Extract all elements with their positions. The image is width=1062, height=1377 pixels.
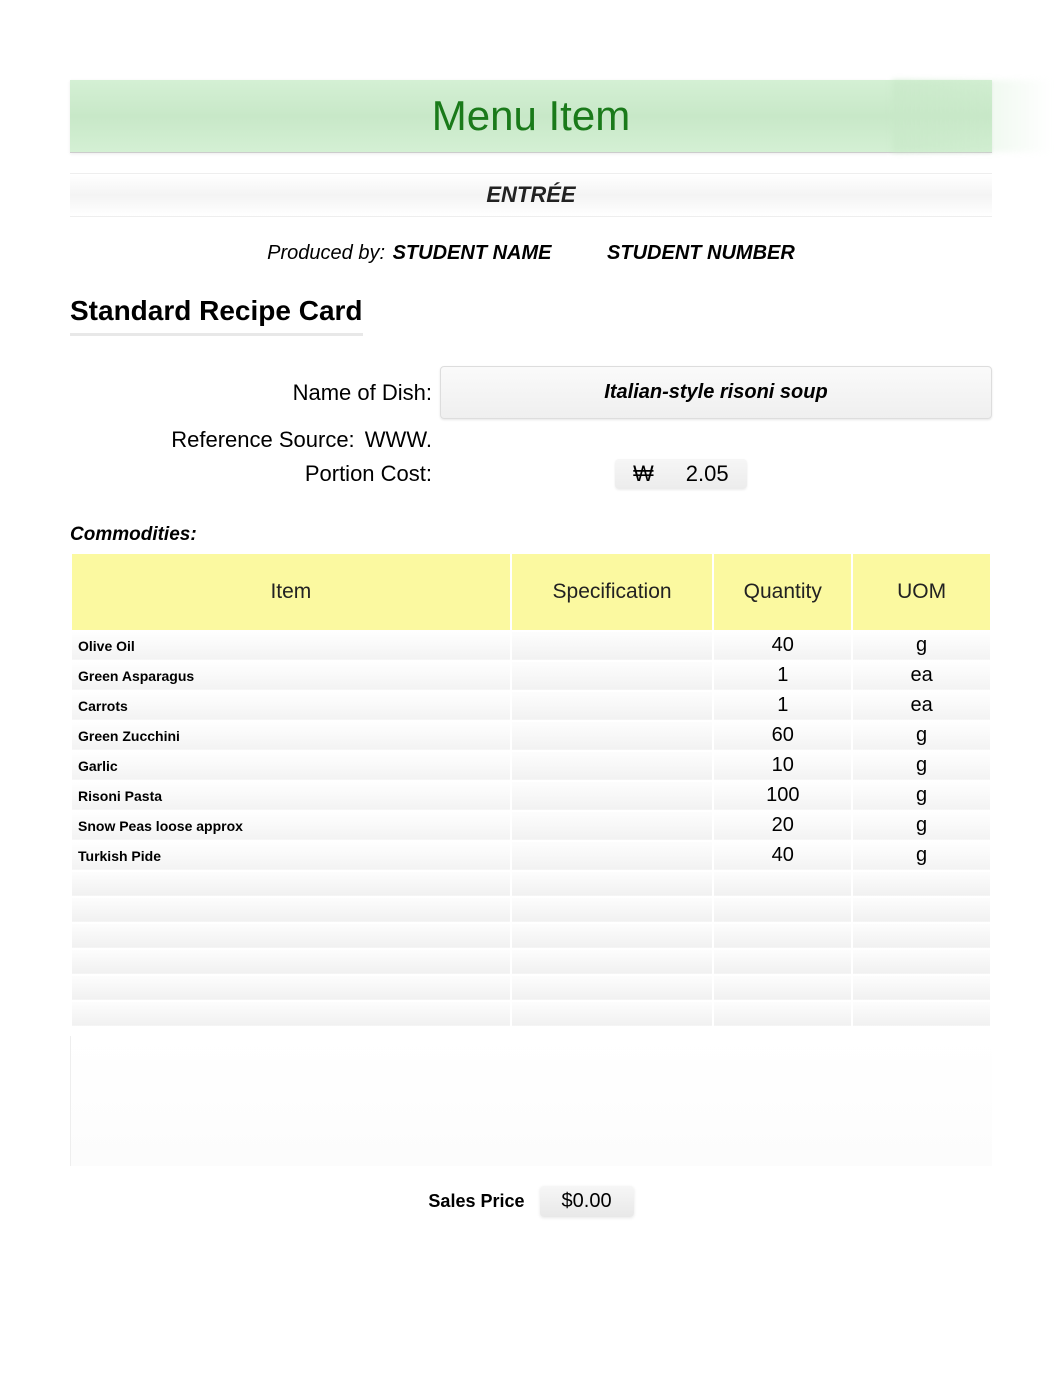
table-row: Green Zucchini 60g — [72, 722, 990, 750]
col-specification: Specification — [512, 554, 713, 630]
reference-label-text: Reference Source: — [171, 427, 354, 452]
cell-qty: 20 — [714, 812, 851, 840]
cell-item: Garlic — [72, 752, 510, 780]
dish-name-row: Name of Dish: Italian-style risoni soup — [70, 366, 992, 419]
table-row-empty — [72, 898, 990, 922]
cell-uom: g — [853, 842, 990, 870]
reference-value: WWW. — [365, 427, 432, 452]
recipe-card-title: Standard Recipe Card — [70, 295, 363, 336]
col-item: Item — [72, 554, 510, 630]
portion-amount: 2.05 — [686, 461, 729, 486]
cell-uom: g — [853, 632, 990, 660]
cell-spec — [512, 722, 713, 750]
table-row: Carrots 1ea — [72, 692, 990, 720]
col-quantity: Quantity — [714, 554, 851, 630]
table-row: Olive Oil 40g — [72, 632, 990, 660]
table-header-row: Item Specification Quantity UOM — [72, 554, 990, 630]
cell-spec — [512, 782, 713, 810]
cell-item: Snow Peas loose approx — [72, 812, 510, 840]
cell-item: Green Asparagus — [72, 662, 510, 690]
course-row: ENTRÉE — [70, 173, 992, 217]
method-block — [70, 1036, 992, 1166]
cell-spec — [512, 842, 713, 870]
cell-qty: 10 — [714, 752, 851, 780]
cell-spec — [512, 662, 713, 690]
student-name: STUDENT NAME — [393, 242, 552, 264]
portion-cost-row: Portion Cost: ₩2.05 — [70, 459, 992, 489]
menu-item-header: Menu Item — [70, 80, 992, 153]
table-row: Risoni Pasta 100g — [72, 782, 990, 810]
table-row-empty — [72, 950, 990, 974]
cell-uom: g — [853, 812, 990, 840]
cell-qty: 40 — [714, 632, 851, 660]
cell-qty: 1 — [714, 692, 851, 720]
cell-uom: g — [853, 782, 990, 810]
cell-uom: g — [853, 752, 990, 780]
student-number: STUDENT NUMBER — [607, 242, 795, 265]
table-row-empty — [72, 924, 990, 948]
cell-qty: 1 — [714, 662, 851, 690]
portion-cost-label: Portion Cost: — [70, 461, 440, 487]
col-uom: UOM — [853, 554, 990, 630]
sales-price-row: Sales Price $0.00 — [70, 1186, 992, 1217]
dish-name-value: Italian-style risoni soup — [440, 366, 992, 419]
course-text: ENTRÉE — [486, 182, 575, 207]
portion-cost-value: ₩2.05 — [615, 459, 747, 489]
table-row-empty — [72, 1002, 990, 1026]
cell-item: Turkish Pide — [72, 842, 510, 870]
produced-by-label: Produced by: — [267, 242, 385, 264]
cell-spec — [512, 632, 713, 660]
currency-symbol: ₩ — [633, 461, 654, 486]
cell-item: Olive Oil — [72, 632, 510, 660]
table-row: Turkish Pide 40g — [72, 842, 990, 870]
sales-price-label: Sales Price — [428, 1191, 524, 1211]
commodities-label: Commodities: — [70, 524, 992, 546]
cell-spec — [512, 812, 713, 840]
sales-price-value: $0.00 — [540, 1186, 634, 1217]
table-row-empty — [72, 976, 990, 1000]
dish-name-label: Name of Dish: — [70, 380, 440, 406]
menu-item-title: Menu Item — [432, 92, 630, 139]
cell-uom: ea — [853, 692, 990, 720]
cell-qty: 100 — [714, 782, 851, 810]
produced-by-row: Produced by: STUDENT NAME STUDENT NUMBER — [70, 242, 992, 265]
cell-uom: g — [853, 722, 990, 750]
table-row: Garlic 10g — [72, 752, 990, 780]
cell-qty: 40 — [714, 842, 851, 870]
reference-label: Reference Source: WWW. — [70, 427, 440, 453]
cell-item: Risoni Pasta — [72, 782, 510, 810]
commodities-table: Item Specification Quantity UOM Olive Oi… — [70, 552, 992, 1028]
cell-spec — [512, 692, 713, 720]
table-row: Snow Peas loose approx 20g — [72, 812, 990, 840]
reference-row: Reference Source: WWW. — [70, 427, 992, 453]
cell-item: Green Zucchini — [72, 722, 510, 750]
table-row: Green Asparagus 1ea — [72, 662, 990, 690]
cell-spec — [512, 752, 713, 780]
table-row-empty — [72, 872, 990, 896]
cell-item: Carrots — [72, 692, 510, 720]
cell-qty: 60 — [714, 722, 851, 750]
cell-uom: ea — [853, 662, 990, 690]
